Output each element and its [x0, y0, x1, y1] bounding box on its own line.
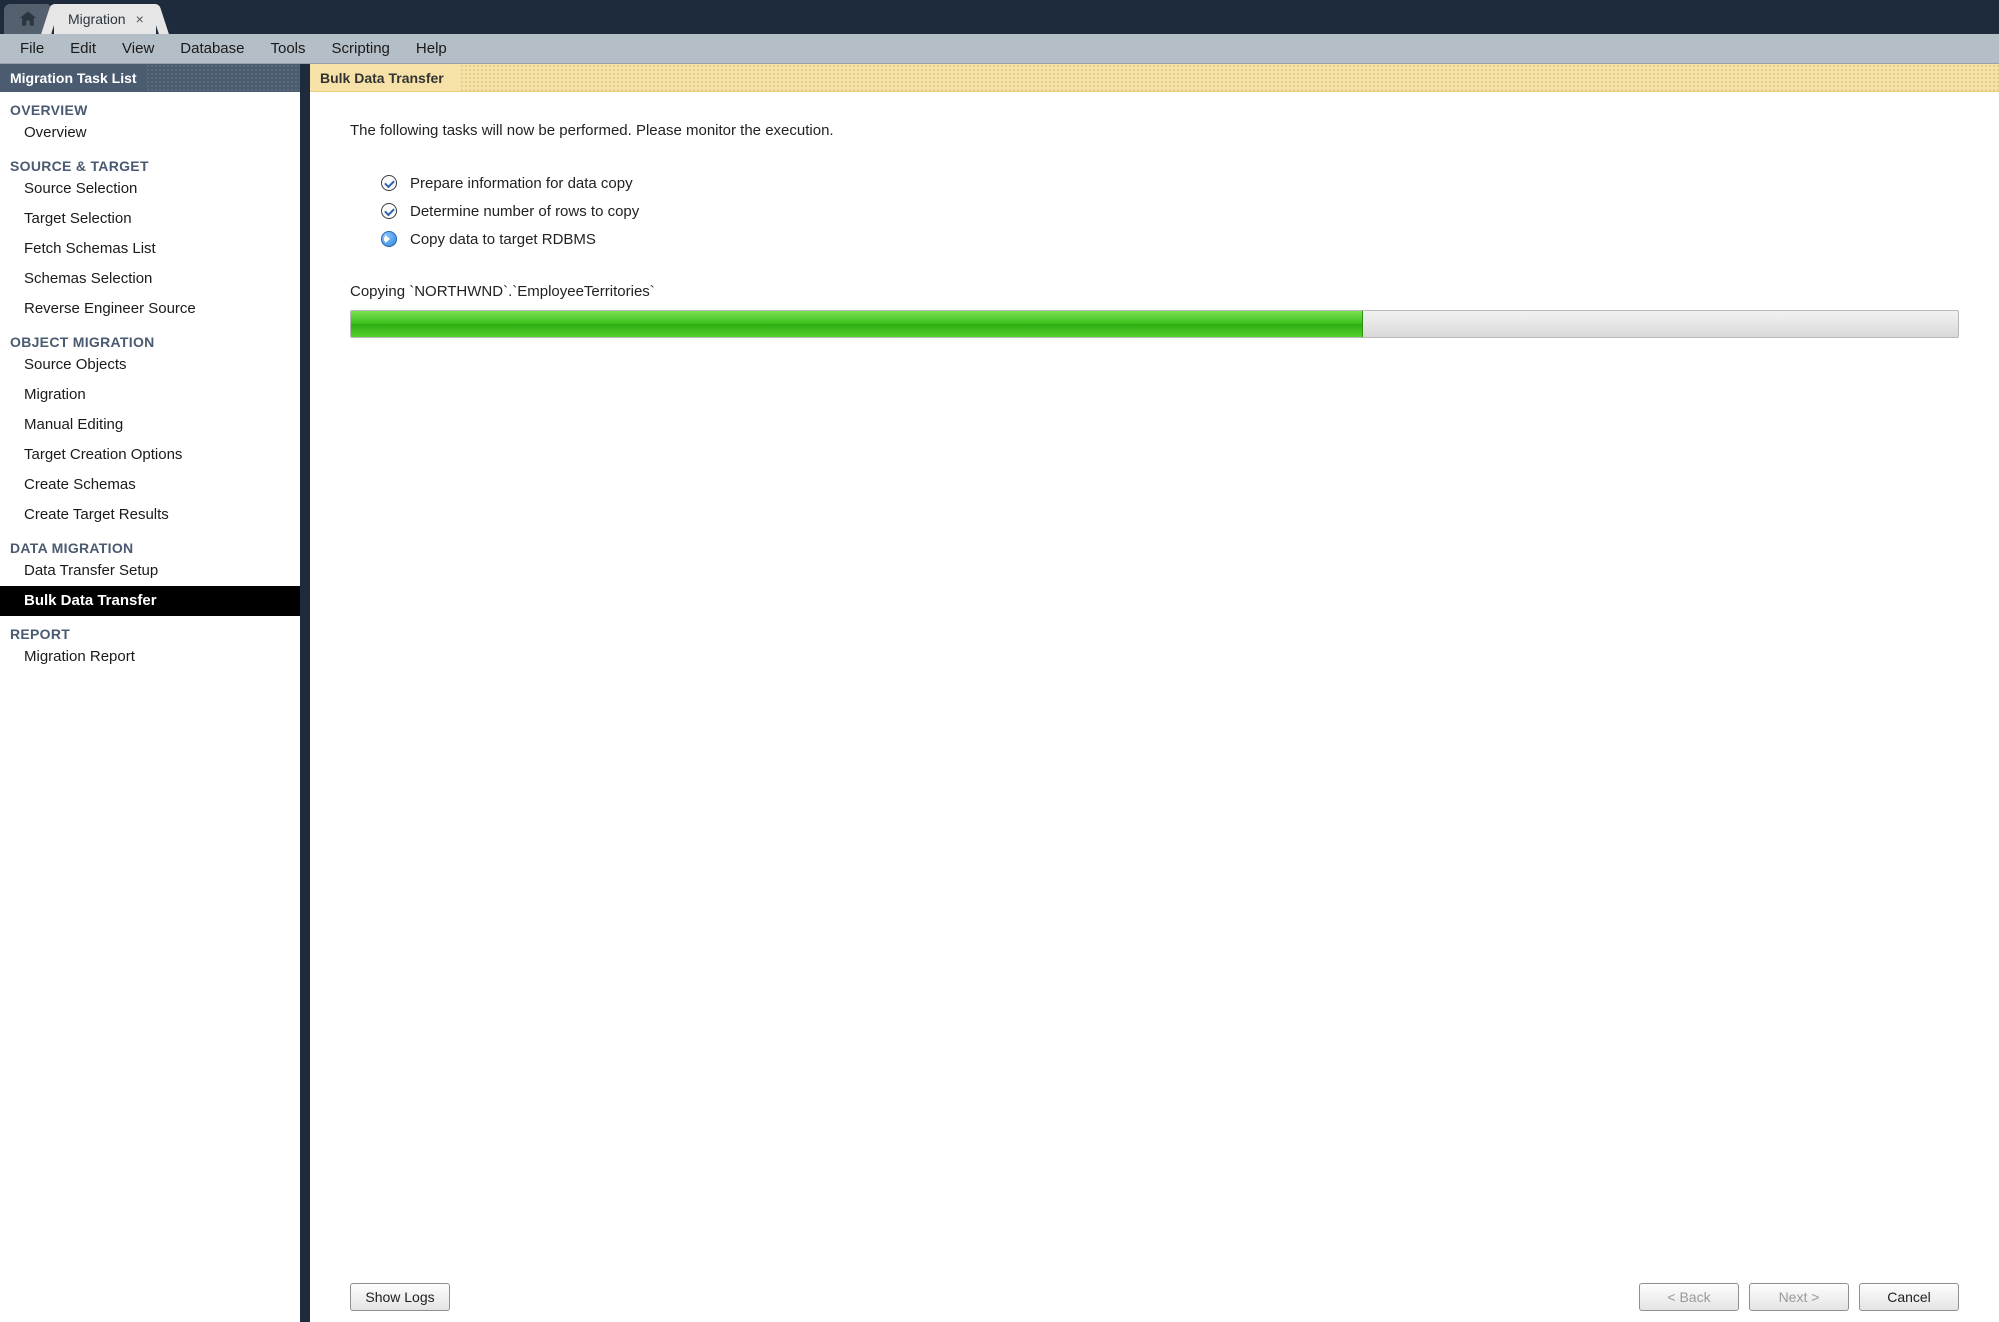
- sidebar-item[interactable]: Data Transfer Setup: [0, 556, 300, 586]
- sidebar-item[interactable]: Overview: [0, 118, 300, 148]
- task-label: Prepare information for data copy: [410, 175, 633, 192]
- sidebar-title: Migration Task List: [10, 70, 137, 86]
- main-header-title: Bulk Data Transfer: [320, 70, 444, 86]
- sidebar-item[interactable]: Fetch Schemas List: [0, 234, 300, 264]
- sidebar-section-heading: OBJECT MIGRATION: [0, 324, 300, 350]
- sidebar-item[interactable]: Schemas Selection: [0, 264, 300, 294]
- sidebar-header: Migration Task List: [0, 64, 300, 92]
- menu-item-tools[interactable]: Tools: [259, 34, 318, 63]
- sidebar-section-heading: SOURCE & TARGET: [0, 148, 300, 174]
- check-icon: [380, 174, 398, 192]
- status-text: Copying `NORTHWND`.`EmployeeTerritories`: [350, 283, 1959, 300]
- sidebar-item[interactable]: Target Creation Options: [0, 440, 300, 470]
- tab-title: Migration: [68, 11, 126, 27]
- sidebar-section-heading: DATA MIGRATION: [0, 530, 300, 556]
- title-bar: Migration ×: [0, 0, 1999, 34]
- sidebar-item[interactable]: Create Target Results: [0, 500, 300, 530]
- sidebar-body: OVERVIEWOverviewSOURCE & TARGETSource Se…: [0, 92, 300, 1322]
- task-label: Determine number of rows to copy: [410, 203, 639, 220]
- task-list: Prepare information for data copy Determi…: [380, 169, 1959, 253]
- sidebar-section-heading: REPORT: [0, 616, 300, 642]
- next-button[interactable]: Next >: [1749, 1283, 1849, 1311]
- task-row: Copy data to target RDBMS: [380, 225, 1959, 253]
- menu-item-help[interactable]: Help: [404, 34, 459, 63]
- task-label: Copy data to target RDBMS: [410, 231, 596, 248]
- menu-item-view[interactable]: View: [110, 34, 166, 63]
- main-header: Bulk Data Transfer: [310, 64, 1999, 92]
- sidebar-item[interactable]: Create Schemas: [0, 470, 300, 500]
- menu-item-scripting[interactable]: Scripting: [320, 34, 402, 63]
- show-logs-button[interactable]: Show Logs: [350, 1283, 450, 1311]
- sidebar-item[interactable]: Reverse Engineer Source: [0, 294, 300, 324]
- task-row: Determine number of rows to copy: [380, 197, 1959, 225]
- sidebar-item[interactable]: Bulk Data Transfer: [0, 586, 300, 616]
- sidebar-item[interactable]: Source Selection: [0, 174, 300, 204]
- sidebar: Migration Task List OVERVIEWOverviewSOUR…: [0, 64, 300, 1322]
- menu-item-file[interactable]: File: [8, 34, 56, 63]
- running-icon: [380, 230, 398, 248]
- sidebar-item[interactable]: Migration: [0, 380, 300, 410]
- sidebar-section-heading: OVERVIEW: [0, 92, 300, 118]
- migration-tab[interactable]: Migration ×: [54, 4, 156, 34]
- back-button[interactable]: < Back: [1639, 1283, 1739, 1311]
- sidebar-item[interactable]: Manual Editing: [0, 410, 300, 440]
- menu-item-edit[interactable]: Edit: [58, 34, 108, 63]
- progress-fill: [351, 311, 1363, 337]
- menu-bar: FileEditViewDatabaseToolsScriptingHelp: [0, 34, 1999, 64]
- workspace: Migration Task List OVERVIEWOverviewSOUR…: [0, 64, 1999, 1322]
- close-icon[interactable]: ×: [136, 11, 144, 27]
- menu-item-database[interactable]: Database: [168, 34, 256, 63]
- sidebar-item[interactable]: Target Selection: [0, 204, 300, 234]
- home-icon: [17, 9, 39, 29]
- intro-text: The following tasks will now be performe…: [350, 122, 1959, 139]
- cancel-button[interactable]: Cancel: [1859, 1283, 1959, 1311]
- progress-bar: [350, 310, 1959, 338]
- sidebar-item[interactable]: Source Objects: [0, 350, 300, 380]
- check-icon: [380, 202, 398, 220]
- main-body: The following tasks will now be performe…: [310, 92, 1999, 1272]
- sidebar-item[interactable]: Migration Report: [0, 642, 300, 672]
- task-row: Prepare information for data copy: [380, 169, 1959, 197]
- main-panel: Bulk Data Transfer The following tasks w…: [310, 64, 1999, 1322]
- footer: Show Logs < Back Next > Cancel: [310, 1272, 1999, 1322]
